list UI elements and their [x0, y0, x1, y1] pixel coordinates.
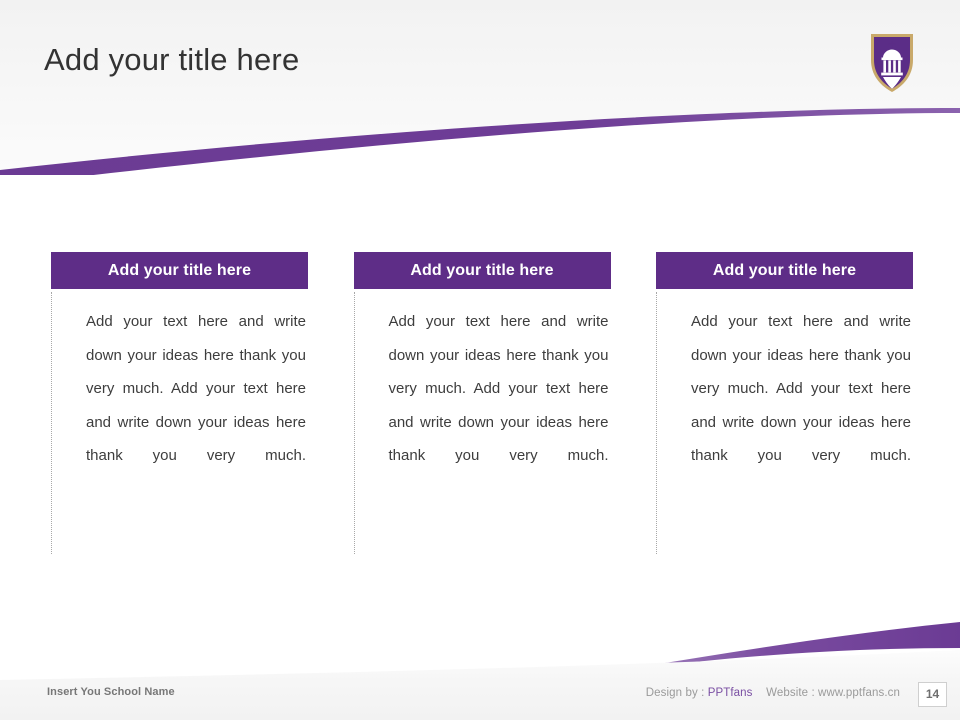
- school-name-footer: Insert You School Name: [47, 686, 175, 698]
- content-column-3: Add your title here Add your text here a…: [656, 252, 913, 554]
- footer-decoration: [0, 620, 960, 720]
- page-title: Add your title here: [44, 42, 300, 77]
- content-columns: Add your title here Add your text here a…: [51, 252, 913, 554]
- content-column-2: Add your title here Add your text here a…: [353, 252, 611, 554]
- header-decoration: [0, 0, 960, 175]
- column-2-body-wrap: Add your text here and write down your i…: [353, 292, 611, 554]
- content-column-1: Add your title here Add your text here a…: [51, 252, 308, 554]
- column-1-body-text[interactable]: Add your text here and write down your i…: [53, 292, 308, 506]
- column-3-header[interactable]: Add your title here: [656, 252, 913, 289]
- column-2-body-text[interactable]: Add your text here and write down your i…: [356, 292, 611, 506]
- design-by-label: Design by :: [645, 687, 705, 699]
- column-1-header[interactable]: Add your title here: [51, 252, 308, 289]
- website-value[interactable]: www.pptfans.cn: [818, 687, 900, 699]
- column-2-header[interactable]: Add your title here: [353, 252, 611, 289]
- website-label: Website :: [766, 687, 815, 699]
- presentation-slide: Add your title here Add your title here …: [0, 0, 960, 720]
- page-number-badge: 14: [918, 682, 947, 707]
- credits-footer: Design by : PPTfans Website : www.pptfan…: [646, 687, 900, 699]
- column-3-body-wrap: Add your text here and write down your i…: [656, 292, 913, 554]
- column-3-body-text[interactable]: Add your text here and write down your i…: [658, 292, 913, 506]
- university-shield-logo: [869, 32, 915, 94]
- design-by-value: PPTfans: [707, 687, 753, 699]
- column-1-body-wrap: Add your text here and write down your i…: [51, 292, 308, 554]
